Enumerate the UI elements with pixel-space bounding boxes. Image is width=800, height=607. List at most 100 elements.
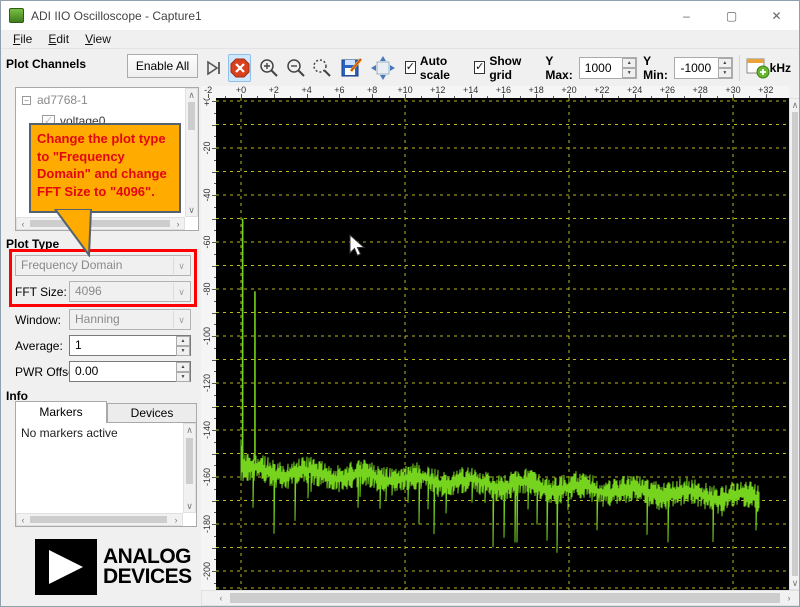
average-spinner[interactable]: 1 ▲ ▼: [69, 335, 191, 356]
tree-collapse-icon[interactable]: −: [22, 95, 31, 105]
tab-markers[interactable]: Markers: [15, 401, 107, 423]
markers-hscrollbar[interactable]: ‹ ›: [16, 513, 183, 526]
device-name: ad7768-1: [37, 93, 88, 107]
new-plot-button[interactable]: [746, 57, 770, 79]
pwr-offset-spin-buttons[interactable]: ▲ ▼: [176, 362, 190, 382]
chevron-down-icon: ∨: [173, 311, 189, 328]
window-label: Window:: [15, 313, 62, 327]
spin-up-icon[interactable]: ▲: [622, 57, 637, 68]
tab-devices[interactable]: Devices: [107, 403, 197, 423]
markers-vscrollbar[interactable]: ∧ ∨: [183, 423, 196, 513]
close-button[interactable]: ✕: [754, 1, 799, 30]
tree-hscrollbar[interactable]: ‹ ›: [16, 217, 185, 230]
scroll-right-icon[interactable]: ›: [782, 591, 796, 606]
y-min-value: -1000: [680, 60, 712, 75]
window-select[interactable]: Hanning ∨: [69, 309, 191, 330]
plot-channels-label: Plot Channels: [6, 57, 87, 71]
auto-scale-label: Auto scale: [419, 53, 450, 82]
adi-triangle-icon: [35, 539, 97, 595]
scroll-down-icon[interactable]: ∨: [186, 204, 197, 216]
save-plot-button[interactable]: [341, 57, 363, 79]
minimize-icon: –: [683, 8, 690, 23]
close-icon: ✕: [771, 8, 782, 23]
save-icon: [341, 57, 362, 76]
y-max-label: Y Max:: [545, 53, 573, 82]
logo-line2: DEVICES: [103, 564, 192, 588]
y-min-spinner[interactable]: -1000 ▲ ▼: [674, 56, 733, 79]
move-plot-button[interactable]: [370, 55, 395, 80]
zoom-in-button[interactable]: [259, 58, 280, 78]
pwr-offset-spinner[interactable]: 0.00 ▲ ▼: [69, 361, 191, 382]
scroll-right-icon[interactable]: ›: [170, 514, 182, 526]
scroll-down-icon[interactable]: ∨: [790, 577, 799, 589]
spin-up-icon[interactable]: ▲: [176, 336, 190, 346]
y-max-value: 1000: [584, 60, 612, 75]
plot-hscroll-thumb[interactable]: [230, 593, 780, 603]
menu-edit[interactable]: Edit: [40, 32, 77, 46]
maximize-button[interactable]: ▢: [709, 1, 754, 30]
spin-down-icon[interactable]: ▼: [176, 372, 190, 382]
scroll-down-icon[interactable]: ∨: [184, 500, 195, 512]
auto-scale-checkbox[interactable]: ✓: [404, 61, 416, 74]
scroll-left-icon[interactable]: ‹: [17, 514, 29, 526]
scroll-up-icon[interactable]: ∧: [790, 99, 799, 111]
play-pause-icon: [206, 60, 220, 75]
toolbar-separator: [738, 54, 740, 81]
average-spin-buttons[interactable]: ▲ ▼: [176, 336, 190, 356]
spin-down-icon[interactable]: ▼: [622, 67, 637, 78]
average-value: 1: [75, 338, 82, 352]
zoom-out-button[interactable]: [285, 58, 306, 78]
x-axis-ruler: -2 +0 +2 +4 +6 +8 +10 +12 +14 +16 +18 +20 +22 +24 +26 +…: [201, 86, 789, 98]
tree-device-row[interactable]: − ad7768-1: [22, 93, 88, 107]
markers-info-box[interactable]: No markers active ∧ ∨ ‹ ›: [15, 422, 197, 527]
scroll-left-icon[interactable]: ‹: [214, 591, 228, 606]
stop-capture-button[interactable]: [228, 53, 251, 82]
spin-up-icon[interactable]: ▲: [176, 362, 190, 372]
fft-plot-canvas[interactable]: [216, 98, 789, 590]
spin-up-icon[interactable]: ▲: [717, 57, 732, 68]
maximize-icon: ▢: [725, 8, 738, 23]
window-controls: – ▢ ✕: [664, 1, 799, 30]
tree-vscroll-thumb[interactable]: [188, 102, 195, 130]
zoom-fit-button[interactable]: [312, 58, 333, 78]
y-max-spin-buttons[interactable]: ▲ ▼: [622, 57, 637, 78]
show-grid-label: Show grid: [489, 53, 522, 82]
highlight-rectangle: [9, 249, 197, 307]
markers-text: No markers active: [21, 426, 118, 440]
show-grid-control[interactable]: ✓ Show grid: [474, 54, 533, 82]
frequency-unit-label: kHz: [769, 60, 791, 75]
tree-vscrollbar[interactable]: ∧ ∨: [185, 88, 198, 217]
menu-file[interactable]: File: [5, 32, 40, 46]
y-max-spinner[interactable]: 1000 ▲ ▼: [578, 56, 638, 79]
auto-scale-control[interactable]: ✓ Auto scale: [404, 53, 466, 82]
y-min-label: Y Min:: [643, 53, 668, 82]
capture-toggle-button[interactable]: [205, 60, 222, 76]
zoom-in-icon: [260, 58, 278, 77]
spin-down-icon[interactable]: ▼: [717, 67, 732, 78]
move-icon: [370, 55, 395, 80]
markers-hscroll-thumb[interactable]: [30, 516, 167, 523]
enable-all-button[interactable]: Enable All: [127, 54, 198, 78]
scroll-up-icon[interactable]: ∧: [186, 89, 197, 101]
y-min-spin-buttons[interactable]: ▲ ▼: [717, 57, 732, 78]
show-grid-checkbox[interactable]: ✓: [474, 61, 486, 74]
plot-vscroll-thumb[interactable]: [792, 112, 798, 576]
scroll-left-icon[interactable]: ‹: [17, 218, 29, 230]
average-label: Average:: [15, 339, 63, 353]
new-plot-icon: [746, 58, 770, 78]
window-value: Hanning: [75, 312, 120, 326]
plot-vscrollbar[interactable]: ∧ ∨: [789, 98, 799, 590]
scroll-right-icon[interactable]: ›: [172, 218, 184, 230]
menu-view[interactable]: View: [77, 32, 119, 46]
markers-vscroll-thumb[interactable]: [186, 438, 193, 484]
window-title: ADI IIO Oscilloscope - Capture1: [31, 8, 202, 23]
minimize-button[interactable]: –: [664, 1, 709, 30]
app-icon: [9, 8, 24, 23]
plot-hscrollbar[interactable]: ‹ ›: [201, 590, 799, 606]
annotation-callout-tail: [53, 209, 93, 257]
spin-down-icon[interactable]: ▼: [176, 346, 190, 356]
scroll-up-icon[interactable]: ∧: [184, 424, 195, 436]
plot-toolbar: ✓ Auto scale ✓ Show grid Y Max: 1000 ▲ ▼…: [201, 49, 799, 86]
main-area: Plot Channels Enable All − ad7768-1 ✓ vo…: [1, 49, 799, 606]
title-bar: ADI IIO Oscilloscope - Capture1 – ▢ ✕: [1, 1, 799, 30]
